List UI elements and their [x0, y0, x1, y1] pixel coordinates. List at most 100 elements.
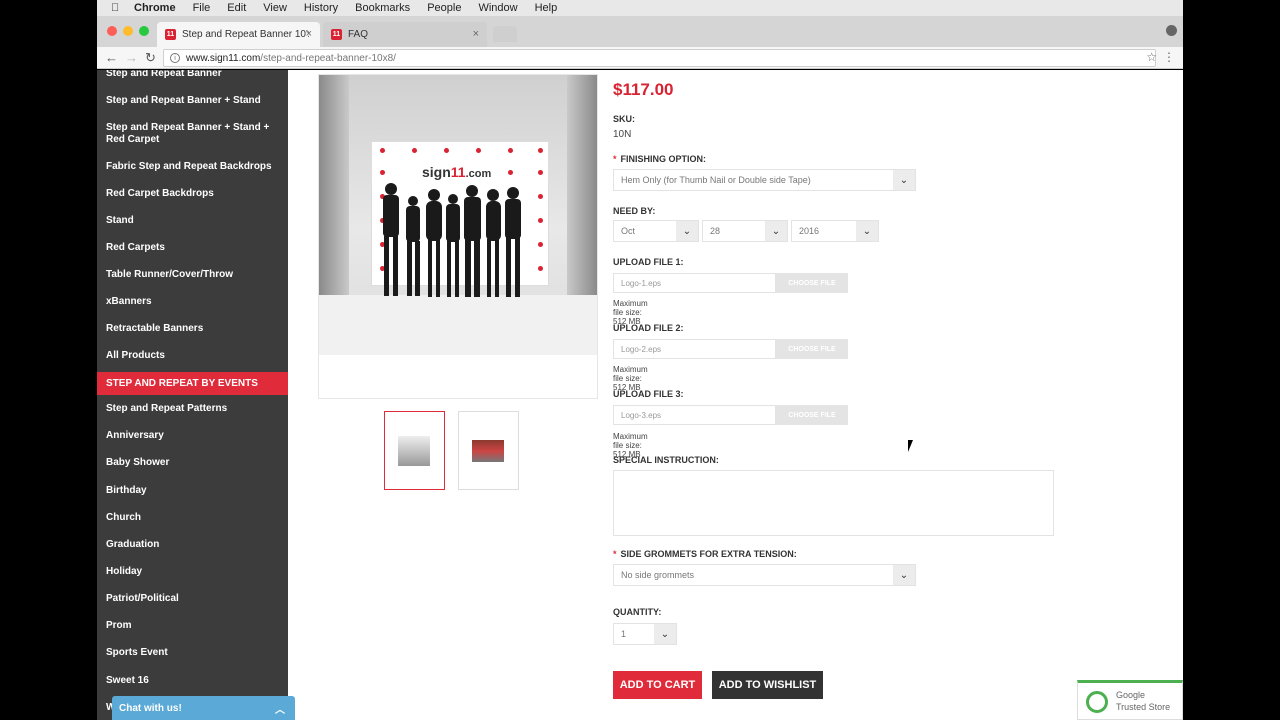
tab-step-and-repeat[interactable]: 11 Step and Repeat Banner 10'x8 × [157, 22, 320, 47]
quantity-select[interactable]: 1 ⌄ [613, 623, 677, 645]
special-instruction-label: SPECIAL INSTRUCTION: [613, 455, 719, 465]
chevron-down-icon: ⌄ [856, 221, 878, 241]
chevron-down-icon: ⌄ [654, 624, 676, 644]
sidebar-item-holiday[interactable]: Holiday [97, 566, 288, 578]
address-bar[interactable]: i www.sign11.com /step-and-repeat-banner… [163, 49, 1156, 67]
menu-people[interactable]: People [427, 2, 461, 14]
max-file-size-1: Maximum file size: 512 MB [613, 299, 648, 326]
menu-view[interactable]: View [263, 2, 287, 14]
reload-icon[interactable]: ↻ [145, 50, 156, 66]
sidebar-item-prom[interactable]: Prom [97, 620, 288, 632]
need-by-label: NEED BY: [613, 206, 656, 216]
sku-label: SKU: [613, 114, 635, 124]
sidebar-item-patriot-political[interactable]: Patriot/Political [97, 593, 288, 605]
backdrop-floor [319, 295, 597, 355]
quantity-label: QUANTITY: [613, 607, 662, 617]
sidebar-item-table-runner[interactable]: Table Runner/Cover/Throw [97, 269, 288, 281]
sidebar-item-sports-event[interactable]: Sports Event [97, 647, 288, 659]
special-instruction-textarea[interactable] [613, 470, 1054, 536]
sidebar-item-retractable-banners[interactable]: Retractable Banners [97, 323, 288, 335]
add-to-cart-button[interactable]: ADD TO CART [613, 671, 702, 699]
check-badge-icon [1086, 691, 1108, 713]
close-window-button[interactable] [107, 26, 117, 36]
menu-chrome[interactable]: Chrome [134, 2, 176, 14]
choose-file-3-button[interactable]: CHOOSE FILE [776, 405, 848, 425]
sidebar-item-patterns[interactable]: Step and Repeat Patterns [97, 403, 288, 415]
need-by-year-select[interactable]: 2016 ⌄ [791, 220, 879, 242]
sidebar-item-banner-stand[interactable]: Step and Repeat Banner + Stand [97, 95, 288, 107]
chevron-down-icon: ⌄ [893, 565, 915, 585]
forward-arrow-icon[interactable]: → [125, 50, 138, 65]
sidebar-item-graduation[interactable]: Graduation [97, 539, 288, 551]
chat-widget[interactable]: Chat with us! ︿ [112, 696, 295, 720]
sidebar-item-birthday[interactable]: Birthday [97, 485, 288, 497]
menu-file[interactable]: File [193, 2, 211, 14]
thumbnail-image [472, 440, 504, 462]
menu-bookmarks[interactable]: Bookmarks [355, 2, 410, 14]
upload-file-1-label: UPLOAD FILE 1: [613, 257, 684, 267]
sidebar-item-sweet-16[interactable]: Sweet 16 [97, 675, 288, 687]
tab-close-icon[interactable]: × [306, 28, 312, 40]
sidebar-item-red-carpets[interactable]: Red Carpets [97, 242, 288, 254]
chevron-down-icon: ⌄ [765, 221, 787, 241]
zoom-window-button[interactable] [139, 26, 149, 36]
choose-file-1-button[interactable]: CHOOSE FILE [776, 273, 848, 293]
google-trusted-store-badge[interactable]: Google Trusted Store [1077, 680, 1183, 720]
need-by-day-select[interactable]: 28 ⌄ [702, 220, 788, 242]
need-by-month-select[interactable]: Oct ⌄ [613, 220, 699, 242]
browser-toolbar: ← → ↻ i www.sign11.com /step-and-repeat-… [97, 47, 1183, 69]
sku-value: 10N [613, 129, 632, 140]
sidebar-item-stand[interactable]: Stand [97, 215, 288, 227]
sidebar-item-church[interactable]: Church [97, 512, 288, 524]
sidebar-section-by-events[interactable]: STEP AND REPEAT BY EVENTS [97, 372, 288, 395]
finishing-option-select[interactable]: Hem Only (for Thumb Nail or Double side … [613, 169, 916, 191]
choose-file-2-button[interactable]: CHOOSE FILE [776, 339, 848, 359]
info-icon[interactable]: i [170, 53, 180, 63]
tab-title: Step and Repeat Banner 10'x8 [182, 29, 309, 40]
apple-icon[interactable]:  [111, 2, 123, 14]
bookmark-star-icon[interactable]: ☆ [1146, 50, 1157, 64]
upload-file-3-input[interactable]: Logo-3.eps [613, 405, 776, 425]
sidebar-item-fabric-backdrops[interactable]: Fabric Step and Repeat Backdrops [97, 161, 288, 173]
mac-menubar:  Chrome File Edit View History Bookmark… [97, 0, 1183, 16]
add-to-wishlist-button[interactable]: ADD TO WISHLIST [712, 671, 823, 699]
sidebar-item-step-and-repeat-banner[interactable]: Step and Repeat Banner [97, 70, 288, 80]
upload-file-1-input[interactable]: Logo-1.eps [613, 273, 776, 293]
side-grommets-select[interactable]: No side grommets ⌄ [613, 564, 916, 586]
chrome-menu-icon[interactable]: ⋮ [1163, 50, 1175, 64]
menu-history[interactable]: History [304, 2, 338, 14]
product-thumbnail-2[interactable] [458, 411, 519, 490]
product-thumbnail-1[interactable] [384, 411, 445, 490]
side-grommets-label: * SIDE GROMMETS FOR EXTRA TENSION: [613, 549, 797, 559]
url-host: www.sign11.com [186, 52, 261, 64]
chevron-up-icon[interactable]: ︿ [275, 701, 285, 716]
sidebar-item-xbanners[interactable]: xBanners [97, 296, 288, 308]
product-photo[interactable]: sign11.com [319, 75, 597, 355]
sidebar-item-all-products[interactable]: All Products [97, 350, 288, 362]
upload-file-2-input[interactable]: Logo-2.eps [613, 339, 776, 359]
tab-strip: 11 Step and Repeat Banner 10'x8 × 11 FAQ… [97, 16, 1183, 47]
url-path: /step-and-repeat-banner-10x8/ [260, 52, 396, 64]
tab-faq[interactable]: 11 FAQ × [323, 22, 487, 47]
chevron-down-icon: ⌄ [676, 221, 698, 241]
chevron-down-icon: ⌄ [893, 170, 915, 190]
menu-window[interactable]: Window [478, 2, 517, 14]
sidebar-item-anniversary[interactable]: Anniversary [97, 430, 288, 442]
menu-help[interactable]: Help [535, 2, 558, 14]
tab-close-icon[interactable]: × [473, 28, 479, 40]
category-sidebar: Step and Repeat Banner Step and Repeat B… [97, 70, 288, 720]
tab-title: FAQ [348, 29, 369, 40]
page-content: Step and Repeat Banner Step and Repeat B… [97, 70, 1183, 720]
sidebar-item-baby-shower[interactable]: Baby Shower [97, 457, 288, 469]
sidebar-item-banner-stand-carpet[interactable]: Step and Repeat Banner + Stand + Red Car… [97, 122, 282, 146]
profile-icon[interactable] [1166, 25, 1177, 36]
max-file-size-2: Maximum file size: 512 MB [613, 365, 648, 392]
back-arrow-icon[interactable]: ← [105, 50, 118, 65]
thumbnail-image [398, 436, 430, 466]
sidebar-item-red-carpet-backdrops[interactable]: Red Carpet Backdrops [97, 188, 288, 200]
new-tab-button[interactable] [493, 26, 517, 42]
menu-edit[interactable]: Edit [227, 2, 246, 14]
chat-label: Chat with us! [119, 702, 182, 714]
minimize-window-button[interactable] [123, 26, 133, 36]
product-price: $117.00 [613, 80, 674, 99]
